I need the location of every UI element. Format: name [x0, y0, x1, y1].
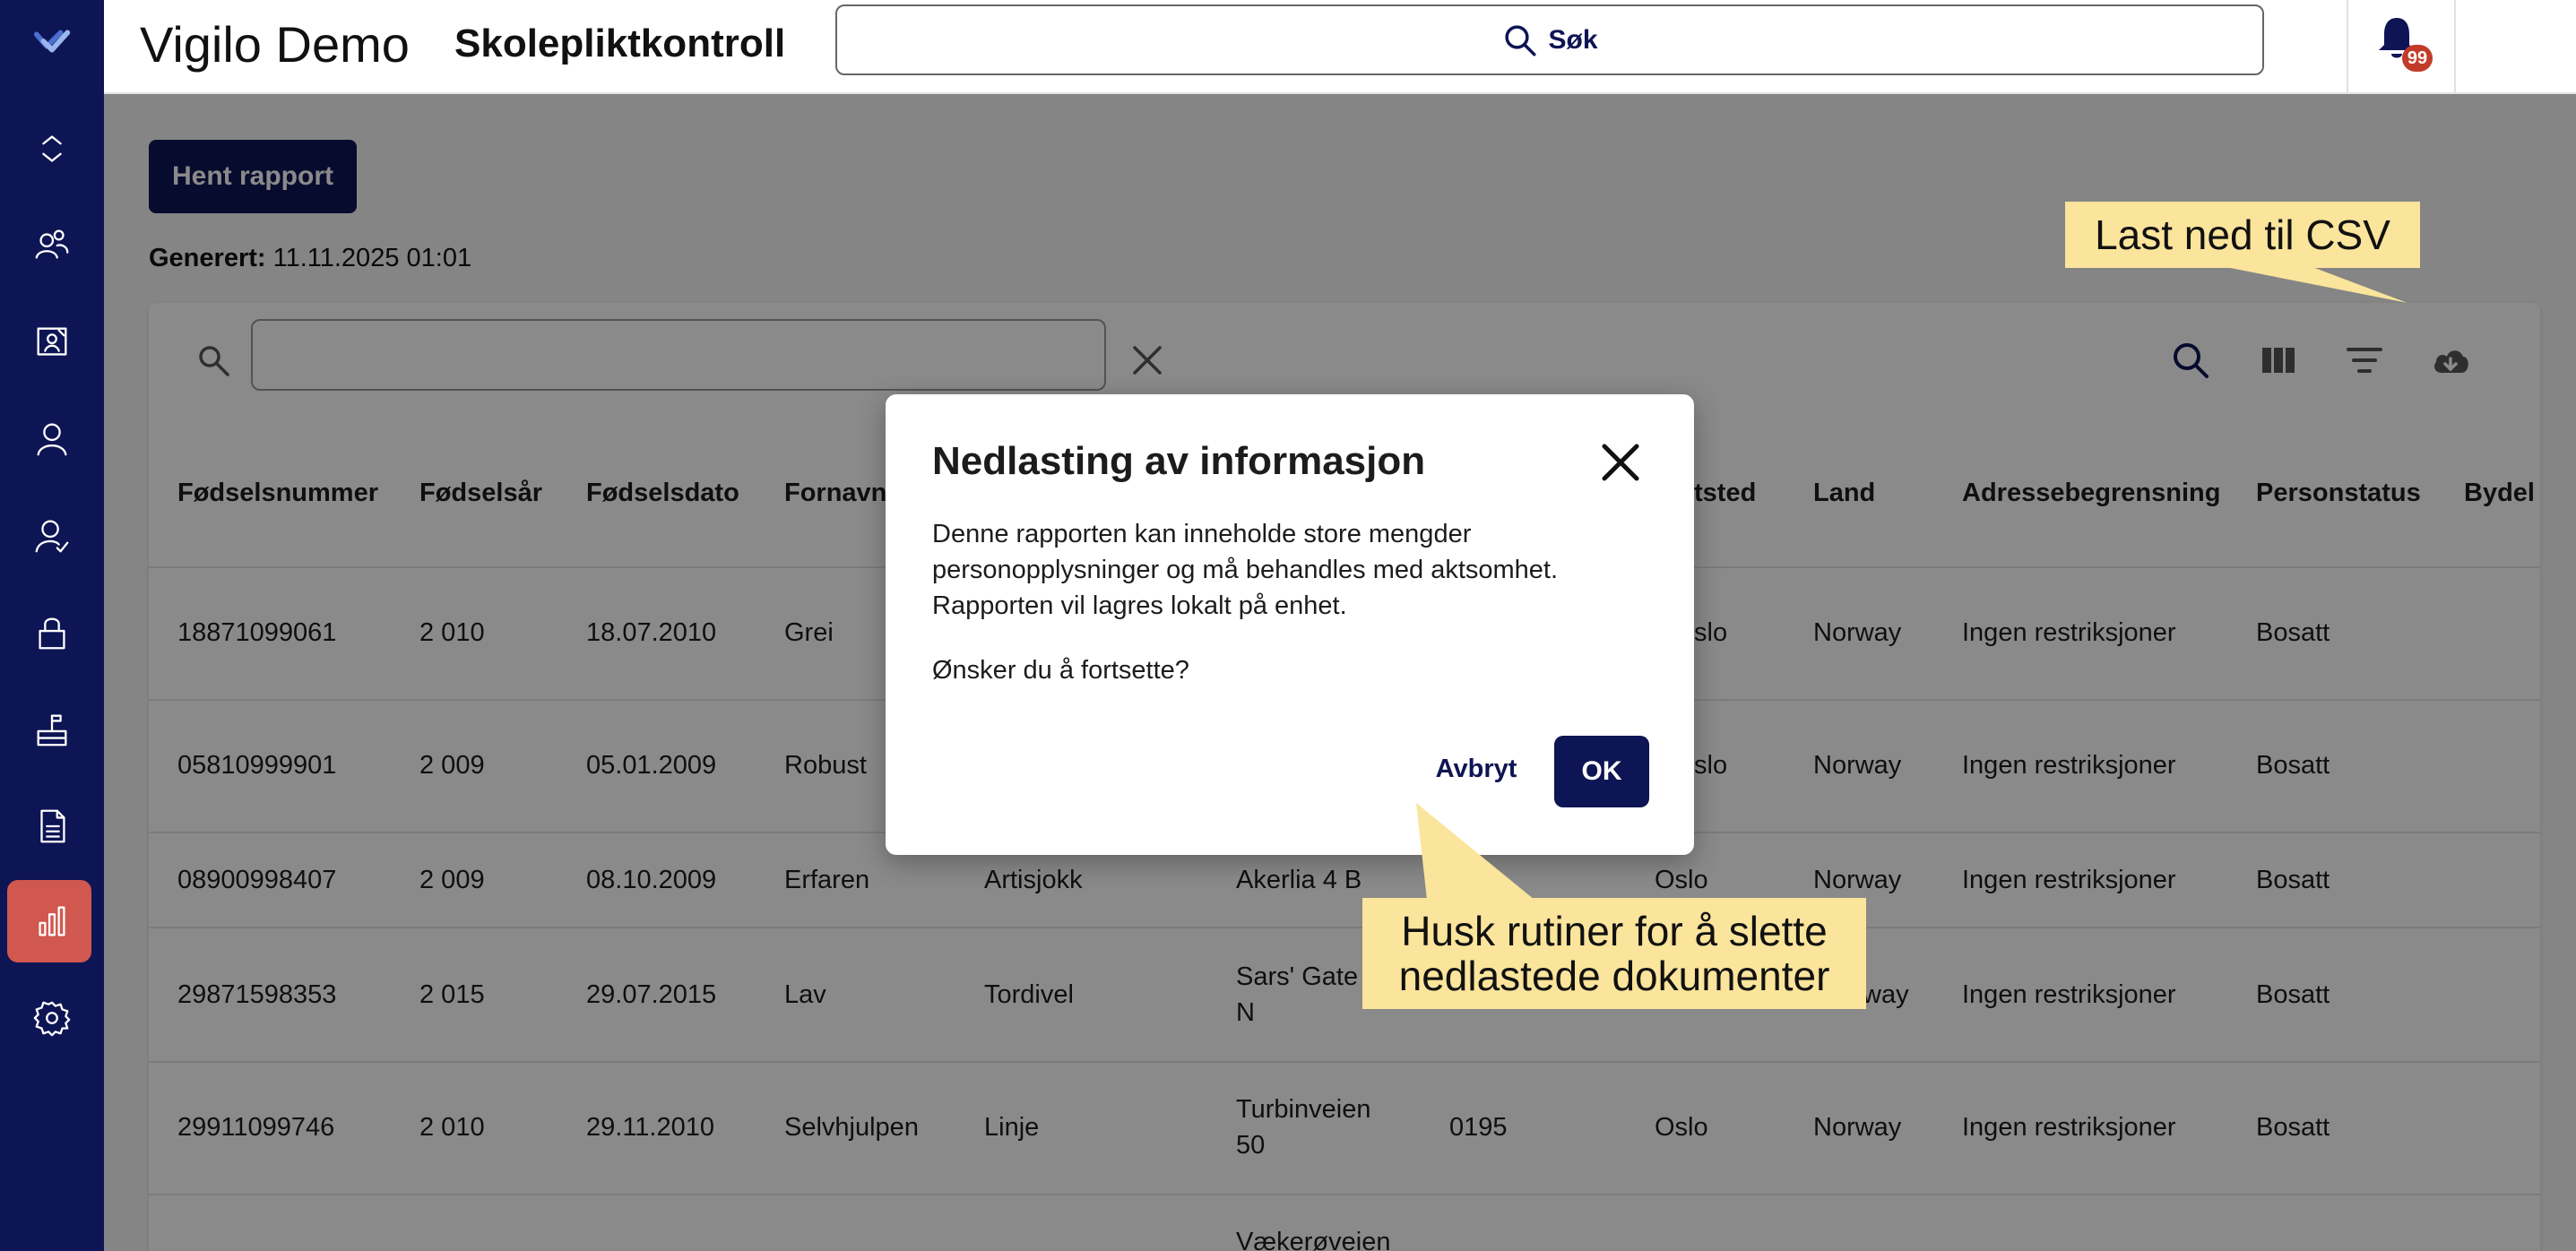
dialog-body-line: Rapporten vil lagres lokalt på enhet.	[932, 591, 1347, 620]
expand-collapse-icon[interactable]	[0, 108, 104, 190]
download-info-dialog: Nedlasting av informasjon Denne rapporte…	[886, 394, 1694, 855]
dialog-body-line: personopplysninger og må behandles med a…	[932, 556, 1559, 584]
reminder-line: Husk rutiner for å slette	[1401, 908, 1828, 954]
dialog-body-line: Denne rapporten kan inneholde store meng…	[932, 520, 1472, 548]
cancel-button[interactable]: Avbryt	[1418, 733, 1534, 805]
dialog-question: Ønsker du å fortsette?	[932, 656, 1189, 685]
search-icon	[1505, 24, 1536, 56]
settings-icon[interactable]	[0, 977, 104, 1059]
dialog-title: Nedlasting av informasjon	[932, 439, 1426, 483]
top-header: Vigilo Demo Skolepliktkontroll Søk 99 AA	[104, 0, 2576, 94]
header-divider	[2454, 0, 2456, 94]
global-search-button[interactable]: Søk	[835, 4, 2264, 75]
reminder-line: nedlastede dokumenter	[1398, 953, 1830, 999]
search-label: Søk	[1548, 24, 1598, 55]
notification-badge: 99	[2402, 45, 2433, 72]
chart-icon[interactable]	[0, 880, 104, 962]
header-divider	[2347, 0, 2348, 94]
reminder-callout: Husk rutiner for å slette nedlastede dok…	[1362, 898, 1866, 1009]
vigilo-logo-icon[interactable]	[0, 0, 104, 82]
csv-download-callout: Last ned til CSV	[2065, 202, 2420, 268]
app-title: Vigilo Demo	[140, 16, 410, 73]
close-icon[interactable]	[1599, 441, 1642, 484]
dialog-body: Denne rapporten kan inneholde store meng…	[932, 516, 1649, 624]
page-title: Skolepliktkontroll	[454, 22, 786, 65]
user-check-icon[interactable]	[0, 495, 104, 577]
sidebar	[0, 0, 104, 1251]
monitor-icon[interactable]	[0, 301, 104, 384]
document-icon[interactable]	[0, 785, 104, 867]
user-icon[interactable]	[0, 398, 104, 480]
students-icon[interactable]	[0, 204, 104, 287]
ok-button[interactable]: OK	[1554, 736, 1649, 807]
lock-icon[interactable]	[0, 591, 104, 674]
school-icon[interactable]	[0, 688, 104, 771]
